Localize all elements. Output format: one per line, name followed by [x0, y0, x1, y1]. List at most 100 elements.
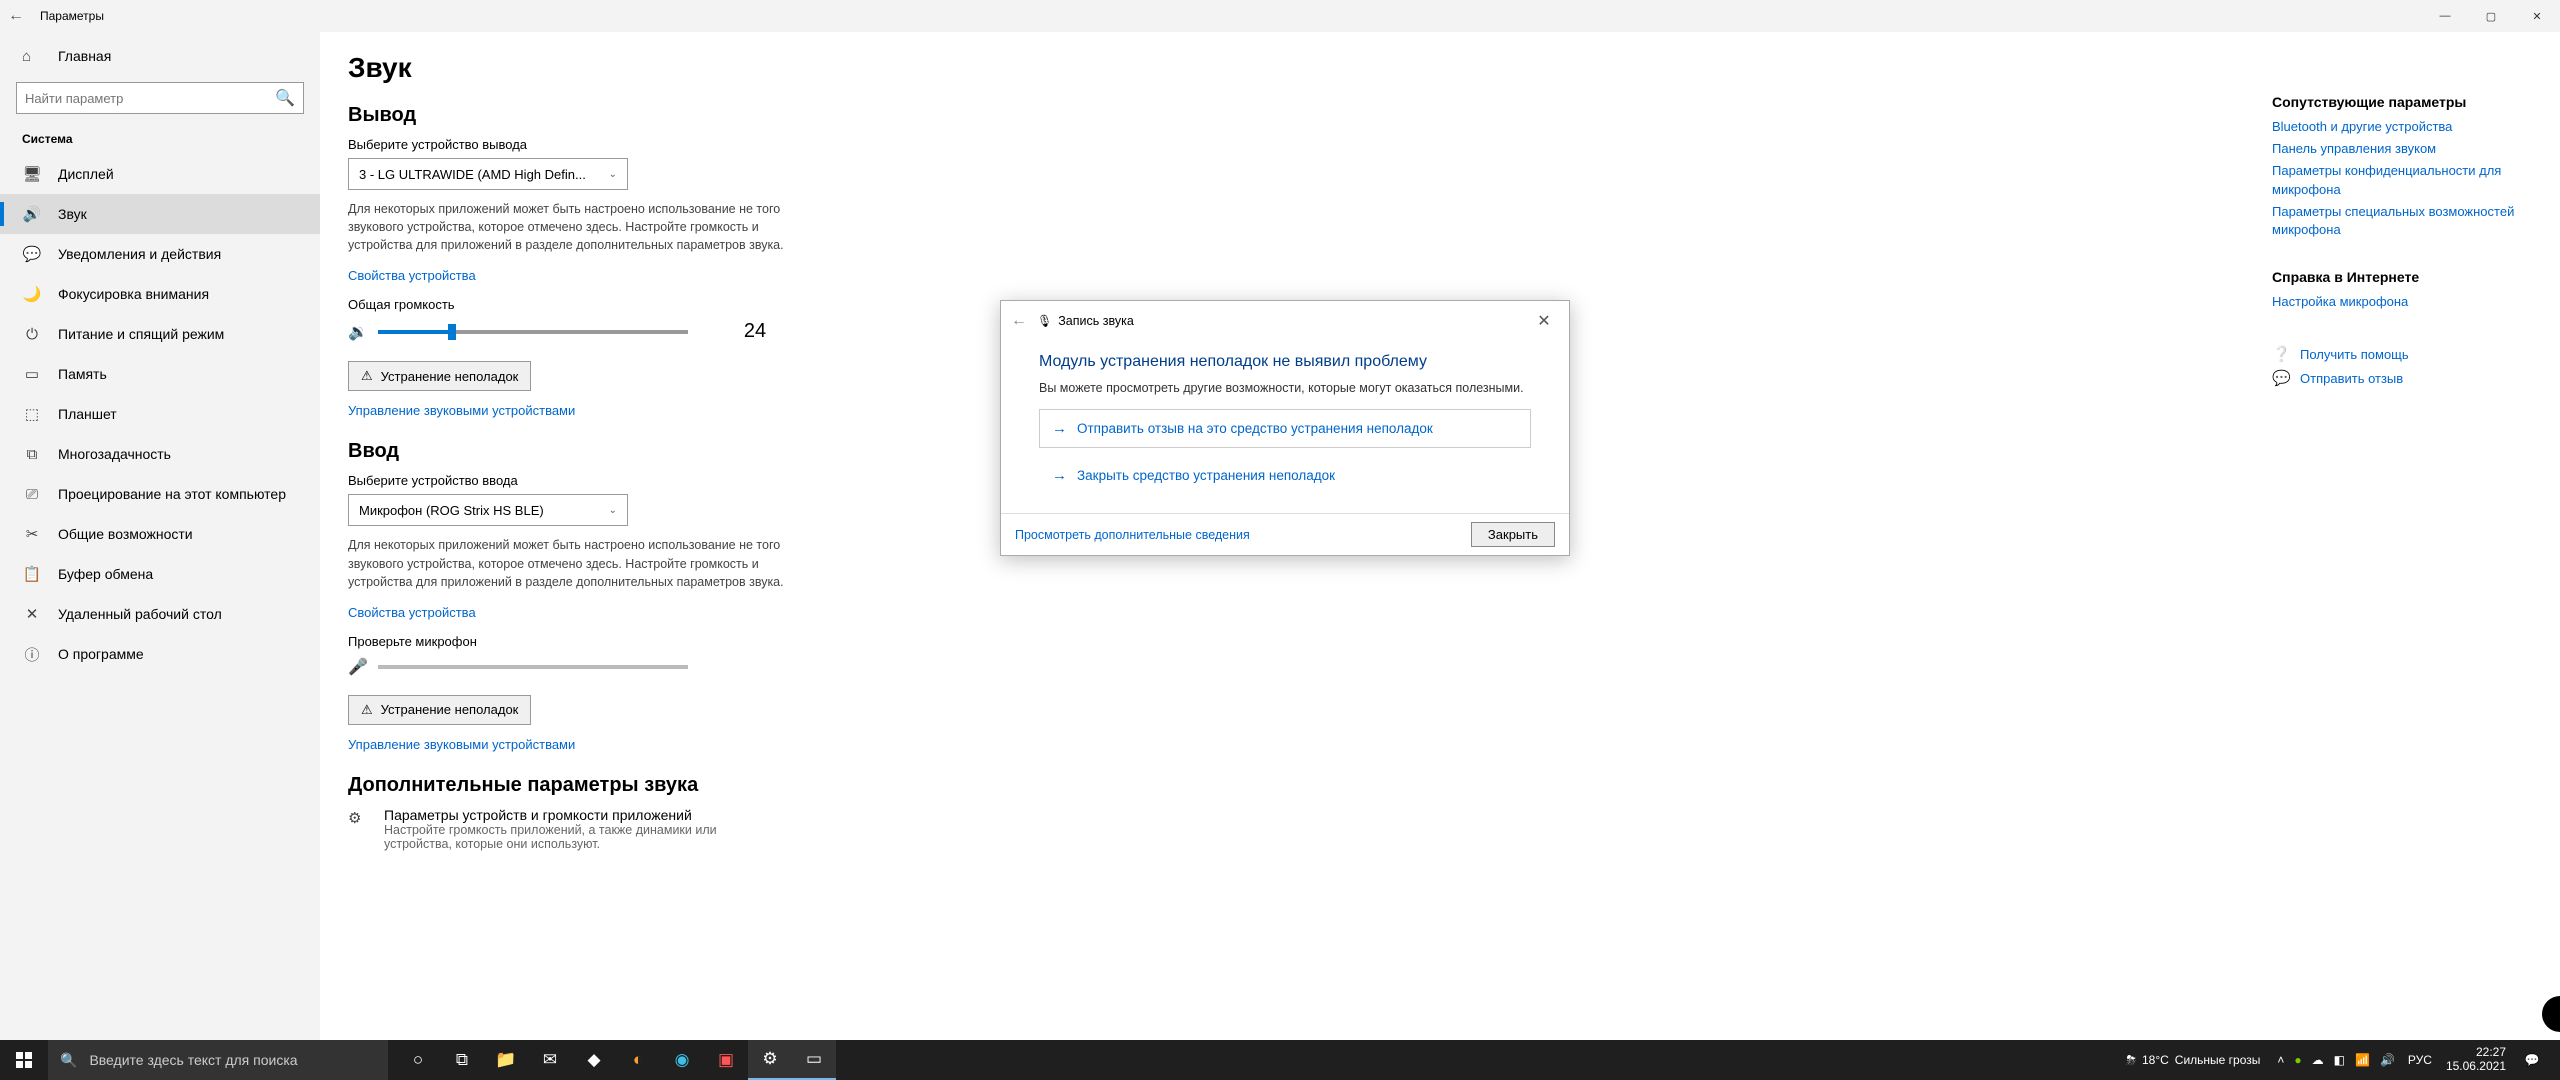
- close-button[interactable]: ✕: [2514, 0, 2560, 32]
- search-box[interactable]: 🔍: [16, 82, 304, 114]
- microphone-icon: 🎤: [348, 657, 368, 677]
- volume-slider[interactable]: [378, 330, 688, 334]
- onedrive-icon[interactable]: ☁: [2312, 1053, 2324, 1067]
- sidebar-item-проецирование-на-этот-компьютер[interactable]: ⎚Проецирование на этот компьютер: [0, 474, 320, 514]
- minimize-button[interactable]: —: [2422, 0, 2468, 32]
- dialog-more-link[interactable]: Просмотреть дополнительные сведения: [1015, 528, 1250, 542]
- edge-icon[interactable]: ◉: [660, 1040, 704, 1080]
- dialog-close-icon[interactable]: ✕: [1529, 311, 1559, 331]
- output-manage-link[interactable]: Управление звуковыми устройствами: [348, 403, 575, 418]
- mic-check-label: Проверьте микрофон: [348, 634, 2520, 649]
- output-troubleshoot-button[interactable]: ⚠ Устранение неполадок: [348, 361, 531, 391]
- taskbar-search[interactable]: 🔍 Введите здесь текст для поиска: [48, 1040, 388, 1080]
- maximize-button[interactable]: ▢: [2468, 0, 2514, 32]
- troubleshooter-dialog: ← 🎙 Запись звука ✕ Модуль устранения неп…: [1000, 300, 1570, 556]
- app-volume-row[interactable]: ⚙ Параметры устройств и громкости прилож…: [348, 807, 2520, 851]
- nav-icon: 🌙: [22, 285, 42, 303]
- nav-icon: ▭: [22, 365, 42, 383]
- start-button[interactable]: [0, 1040, 48, 1080]
- sidebar-item-фокусировка-внимания[interactable]: 🌙Фокусировка внимания: [0, 274, 320, 314]
- nav-label: Общие возможности: [58, 526, 193, 542]
- sidebar-item-память[interactable]: ▭ Память: [0, 354, 320, 394]
- nav-label: Удаленный рабочий стол: [58, 606, 222, 622]
- dialog-option-close[interactable]: → Закрыть средство устранения неполадок: [1039, 456, 1531, 495]
- related-link[interactable]: Панель управления звуком: [2272, 140, 2532, 158]
- get-help-label: Получить помощь: [2300, 347, 2409, 362]
- chevron-down-icon: ⌄: [609, 169, 617, 180]
- language-indicator[interactable]: РУС: [2408, 1053, 2432, 1067]
- sidebar-home[interactable]: ⌂ Главная: [0, 36, 320, 76]
- sidebar-item-о-программе[interactable]: ⓘО программе: [0, 634, 320, 674]
- advanced-heading: Дополнительные параметры звука: [348, 774, 2520, 797]
- sidebar-item-планшет[interactable]: ⬚Планшет: [0, 394, 320, 434]
- dialog-option-feedback[interactable]: → Отправить отзыв на это средство устран…: [1039, 409, 1531, 448]
- action-center-icon[interactable]: 💬: [2512, 1053, 2552, 1067]
- volume-tray-icon[interactable]: 🔊: [2380, 1053, 2395, 1067]
- send-feedback-link[interactable]: 💬 Отправить отзыв: [2272, 369, 2532, 387]
- related-column: Сопутствующие параметры Bluetooth и друг…: [2272, 82, 2532, 393]
- help-link-mic-setup[interactable]: Настройка микрофона: [2272, 293, 2532, 311]
- related-link[interactable]: Параметры специальных возможностей микро…: [2272, 203, 2532, 239]
- related-link[interactable]: Bluetooth и другие устройства: [2272, 118, 2532, 136]
- sidebar-item-дисплей[interactable]: 🖥Дисплей: [0, 154, 320, 194]
- nav-icon: 📋: [22, 565, 42, 583]
- nav-icon: ✂: [22, 525, 42, 543]
- weather-temp: 18°C: [2142, 1053, 2169, 1067]
- input-properties-link[interactable]: Свойства устройства: [348, 605, 476, 620]
- search-input[interactable]: [25, 91, 275, 106]
- sidebar-item-общие-возможности[interactable]: ✂ Общие возможности: [0, 514, 320, 554]
- window-titlebar: ← Параметры — ▢ ✕: [0, 0, 2560, 32]
- output-device-select[interactable]: 3 - LG ULTRAWIDE (AMD High Defin... ⌄: [348, 158, 628, 190]
- task-view-icon[interactable]: ⧉: [440, 1040, 484, 1080]
- nav-label: Память: [58, 366, 107, 382]
- tray-chevron-icon[interactable]: ˄: [2277, 1053, 2284, 1067]
- weather-widget[interactable]: ⛈ 18°C Сильные грозы: [2126, 1053, 2260, 1068]
- home-icon: ⌂: [22, 48, 42, 65]
- volume-value: 24: [744, 320, 766, 343]
- troubleshoot-window-icon[interactable]: ▭: [792, 1040, 836, 1080]
- mail-icon[interactable]: ✉: [528, 1040, 572, 1080]
- sidebar-item-питание-и-спящий-режим[interactable]: ⏻Питание и спящий режим: [0, 314, 320, 354]
- app-volume-sub: Настройте громкость приложений, а также …: [384, 823, 784, 851]
- back-button[interactable]: ←: [0, 0, 32, 32]
- app-icon-2[interactable]: ◐: [616, 1040, 660, 1080]
- input-troubleshoot-label: Устранение неполадок: [381, 702, 519, 717]
- input-device-select[interactable]: Микрофон (ROG Strix HS BLE) ⌄: [348, 494, 628, 526]
- sidebar-section-system: Система: [0, 124, 320, 154]
- warning-icon: ⚠: [361, 702, 373, 718]
- tray-app-icon[interactable]: ●: [2294, 1053, 2301, 1067]
- get-help-link[interactable]: ❔ Получить помощь: [2272, 345, 2532, 363]
- file-explorer-icon[interactable]: 📁: [484, 1040, 528, 1080]
- related-heading: Сопутствующие параметры: [2272, 94, 2532, 110]
- app-icon-1[interactable]: ◆: [572, 1040, 616, 1080]
- settings-icon[interactable]: ⚙: [748, 1040, 792, 1080]
- help-heading: Справка в Интернете: [2272, 269, 2532, 285]
- nav-label: Дисплей: [58, 166, 114, 182]
- input-description: Для некоторых приложений может быть наст…: [348, 536, 798, 590]
- cortana-icon[interactable]: ○: [396, 1040, 440, 1080]
- dialog-back-button[interactable]: ←: [1011, 312, 1027, 330]
- nav-label: О программе: [58, 646, 144, 662]
- tray-app-icon-2[interactable]: ◧: [2334, 1053, 2345, 1067]
- speaker-icon[interactable]: 🔉: [348, 322, 368, 342]
- sidebar-item-звук[interactable]: 🔊Звук: [0, 194, 320, 234]
- dialog-titlebar: ← 🎙 Запись звука ✕: [1001, 301, 1569, 341]
- input-manage-link[interactable]: Управление звуковыми устройствами: [348, 737, 575, 752]
- sidebar-item-удаленный-рабочий-стол[interactable]: ✕Удаленный рабочий стол: [0, 594, 320, 634]
- sidebar-item-буфер-обмена[interactable]: 📋 Буфер обмена: [0, 554, 320, 594]
- input-troubleshoot-button[interactable]: ⚠ Устранение неполадок: [348, 695, 531, 725]
- input-device-value: Микрофон (ROG Strix HS BLE): [359, 503, 544, 518]
- nav-label: Буфер обмена: [58, 566, 153, 582]
- clock[interactable]: 22:27 15.06.2021: [2446, 1046, 2506, 1074]
- output-properties-link[interactable]: Свойства устройства: [348, 268, 476, 283]
- help-icon: ❔: [2272, 345, 2290, 363]
- sidebar-item-многозадачность[interactable]: ⧉Многозадачность: [0, 434, 320, 474]
- nav-label: Планшет: [58, 406, 117, 422]
- dialog-heading: Модуль устранения неполадок не выявил пр…: [1039, 353, 1531, 371]
- sidebar-item-уведомления-и-действия[interactable]: 💬Уведомления и действия: [0, 234, 320, 274]
- amd-icon[interactable]: ▣: [704, 1040, 748, 1080]
- related-link[interactable]: Параметры конфиденциальности для микрофо…: [2272, 162, 2532, 198]
- weather-text: Сильные грозы: [2175, 1053, 2261, 1067]
- network-icon[interactable]: 📶: [2355, 1053, 2370, 1067]
- dialog-close-button[interactable]: Закрыть: [1471, 522, 1555, 547]
